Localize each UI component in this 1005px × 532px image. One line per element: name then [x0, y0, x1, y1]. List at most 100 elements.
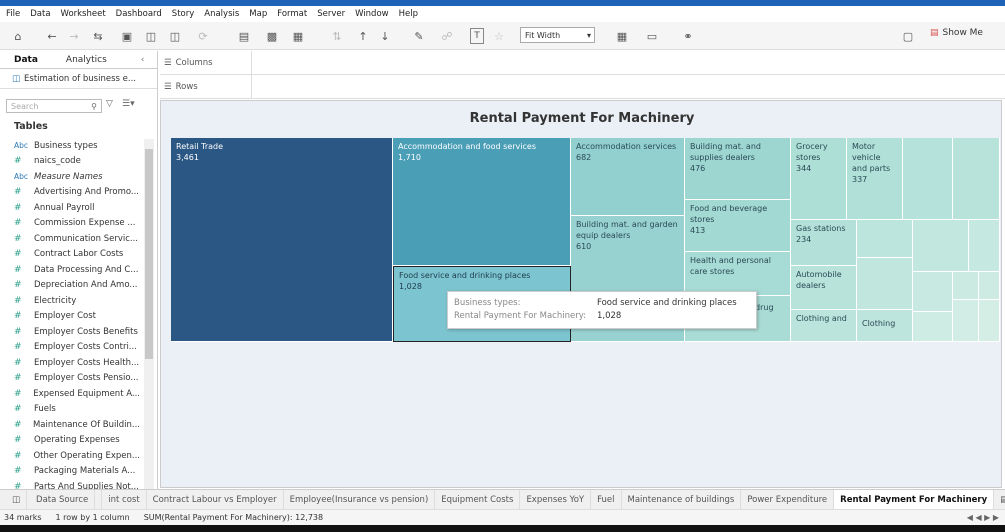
menu-file[interactable]: File — [6, 9, 20, 19]
tile-small[interactable] — [979, 300, 1000, 342]
clear-sheet-icon[interactable]: ▦ — [290, 28, 306, 44]
field-item[interactable]: # Employer Costs Health... — [14, 355, 140, 371]
scrollbar-thumb[interactable] — [145, 149, 153, 359]
menu-worksheet[interactable]: Worksheet — [61, 9, 106, 19]
fix-axes-icon[interactable]: ▦ — [614, 28, 630, 44]
presentation-icon[interactable]: ▭ — [644, 28, 660, 44]
tile-motor-vehicle[interactable]: Motor vehicle and parts 337 — [847, 138, 903, 220]
nav-icons[interactable]: ◀ ◀ ▶ ▶ — [967, 513, 999, 522]
field-item[interactable]: # Expensed Equipment A... — [14, 386, 140, 402]
swap-rows-icon[interactable]: ⇅ — [330, 28, 344, 44]
redo-icon[interactable]: → — [66, 28, 82, 44]
tile-small[interactable] — [913, 220, 969, 272]
field-item[interactable]: # Advertising And Promo... — [14, 185, 140, 201]
menu-format[interactable]: Format — [277, 9, 307, 19]
field-item[interactable]: # Operating Expenses — [14, 433, 140, 449]
tile-small[interactable] — [903, 138, 953, 220]
field-item[interactable]: Abc Business types — [14, 138, 140, 154]
tile-food-beverage[interactable]: Food and beverage stores 413 — [685, 200, 791, 252]
field-item[interactable]: # Communication Servic... — [14, 231, 140, 247]
tile-small[interactable] — [913, 312, 953, 342]
sheet-tab[interactable]: Contract Labour vs Employer — [147, 490, 284, 509]
field-item[interactable]: # Fuels — [14, 402, 140, 418]
sheet-tab[interactable]: Fuel — [591, 490, 622, 509]
tile-small[interactable] — [857, 220, 913, 258]
refresh-icon[interactable]: ⟳ — [196, 28, 210, 44]
tile-small[interactable] — [953, 300, 979, 342]
view-options-icon[interactable]: ☰▾ — [122, 99, 135, 109]
tile-small[interactable] — [953, 138, 1000, 220]
new-worksheet-icon[interactable]: ▤ — [994, 490, 1005, 509]
tile-automobile-dealers[interactable]: Automobile dealers — [791, 266, 857, 310]
tile-building-supplies[interactable]: Building mat. and supplies dealers 476 — [685, 138, 791, 200]
home-icon[interactable]: ⌂ — [10, 28, 26, 44]
sheet-tab-active[interactable]: Rental Payment For Machinery — [834, 490, 995, 509]
menu-window[interactable]: Window — [355, 9, 389, 19]
tile-clothing[interactable]: Clothing — [857, 310, 913, 342]
tab-analytics[interactable]: Analytics — [52, 55, 121, 65]
menu-data[interactable]: Data — [30, 9, 50, 19]
sheet-tab[interactable]: Maintenance of buildings — [622, 490, 742, 509]
search-input[interactable]: Search ⚲ — [6, 99, 102, 113]
menu-help[interactable]: Help — [399, 9, 418, 19]
field-item[interactable]: # naics_code — [14, 154, 140, 170]
tile-small[interactable] — [953, 272, 979, 300]
field-item[interactable]: # Employer Cost — [14, 309, 140, 325]
save-icon[interactable]: ▣ — [120, 28, 134, 44]
field-list-scrollbar[interactable] — [144, 139, 154, 519]
sheet-tab[interactable]: Employee(Insurance vs pension) — [284, 490, 436, 509]
tile-small[interactable] — [857, 258, 913, 310]
tile-small[interactable] — [913, 272, 953, 312]
show-me-button[interactable]: ▤ Show Me — [930, 28, 983, 38]
field-item[interactable]: # Commission Expense ... — [14, 216, 140, 232]
menu-map[interactable]: Map — [249, 9, 267, 19]
sheet-tab[interactable]: Power Expenditure — [741, 490, 835, 509]
field-item[interactable]: # Contract Labor Costs — [14, 247, 140, 263]
sheet-tab[interactable]: Equipment Costs — [435, 490, 521, 509]
field-item[interactable]: # Electricity — [14, 293, 140, 309]
tile-clothing-and[interactable]: Clothing and — [791, 310, 857, 342]
field-item[interactable]: # Maintenance Of Buildin... — [14, 417, 140, 433]
tooltip-icon[interactable]: ▢ — [900, 28, 916, 44]
field-item[interactable]: # Data Processing And C... — [14, 262, 140, 278]
filter-icon[interactable]: ▽ — [106, 99, 113, 109]
tile-health-care[interactable]: Health and personal care stores — [685, 252, 791, 296]
field-item[interactable]: # Employer Costs Pensio... — [14, 371, 140, 387]
field-item[interactable]: # Employer Costs Contri... — [14, 340, 140, 356]
field-item[interactable]: # Employer Costs Benefits — [14, 324, 140, 340]
tile-gas-stations[interactable]: Gas stations 234 — [791, 220, 857, 266]
fit-select[interactable]: Fit Width ▾ — [520, 27, 595, 43]
datasource-item[interactable]: ◫ Estimation of business e... — [0, 69, 157, 89]
tab-data-source[interactable]: ◫ Data Source — [0, 490, 103, 509]
tile-grocery[interactable]: Grocery stores 344 — [791, 138, 847, 220]
sheet-tab[interactable]: Expenses YoY — [520, 490, 592, 509]
menu-analysis[interactable]: Analysis — [204, 9, 239, 19]
pause-icon[interactable]: ◫ — [168, 28, 182, 44]
duplicate-icon[interactable]: ▩ — [264, 28, 280, 44]
sheet-tab[interactable]: int cost — [102, 490, 147, 509]
menu-server[interactable]: Server — [317, 9, 345, 19]
field-item[interactable]: # Packaging Materials A... — [14, 464, 140, 480]
undo-icon[interactable]: ← — [44, 28, 60, 44]
tile-small[interactable] — [969, 220, 1000, 272]
new-datasource-icon[interactable]: ◫ — [144, 28, 158, 44]
field-item[interactable]: # Annual Payroll — [14, 200, 140, 216]
field-item[interactable]: # Depreciation And Amo... — [14, 278, 140, 294]
swap-icon[interactable]: ⇆ — [90, 28, 106, 44]
highlight-icon[interactable]: ✎ — [412, 28, 426, 44]
tile-accommodation-services[interactable]: Accommodation services 682 — [571, 138, 685, 216]
tile-accommodation-food[interactable]: Accommodation and food services 1,710 — [393, 138, 571, 266]
field-item[interactable]: Abc Measure Names — [14, 169, 140, 185]
pin-icon[interactable]: ☆ — [492, 28, 506, 44]
menu-dashboard[interactable]: Dashboard — [116, 9, 162, 19]
collapse-pane-icon[interactable]: ‹ — [141, 55, 145, 65]
rows-shelf[interactable]: ☰ Rows — [160, 75, 1005, 99]
share-icon[interactable]: ⚭ — [680, 28, 696, 44]
paperclip-icon[interactable]: ☍ — [440, 28, 454, 44]
field-item[interactable]: # Other Operating Expen... — [14, 448, 140, 464]
columns-shelf[interactable]: ☰ Columns — [160, 51, 1005, 75]
new-worksheet-icon[interactable]: ▤ — [236, 28, 252, 44]
sort-asc-icon[interactable]: ↑ — [356, 28, 370, 44]
tab-data[interactable]: Data — [0, 55, 52, 65]
sort-desc-icon[interactable]: ↓ — [378, 28, 392, 44]
